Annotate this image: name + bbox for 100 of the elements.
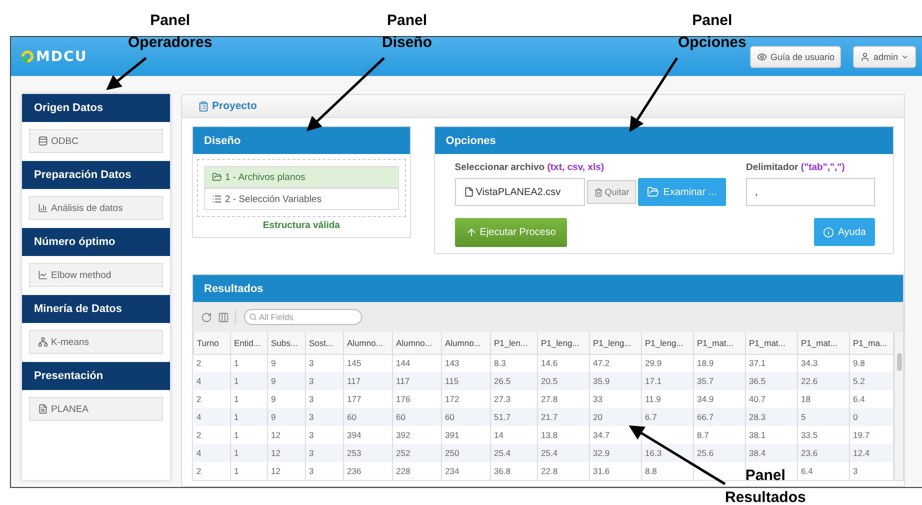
column-header[interactable]: P1_mat... — [694, 332, 746, 354]
table-cell: 144 — [392, 354, 442, 372]
user-menu-button[interactable]: admin — [853, 46, 916, 68]
column-header[interactable]: P1_leng... — [590, 332, 642, 354]
column-header[interactable]: P1_ma... — [850, 332, 894, 354]
table-cell: 117 — [344, 372, 392, 390]
table-cell: 18.9 — [694, 354, 746, 372]
column-header[interactable]: Subs... — [268, 332, 306, 354]
table-cell: 1 — [230, 426, 268, 444]
column-header[interactable]: Alumno... — [392, 332, 442, 354]
table-cell: 115 — [442, 372, 490, 390]
table-cell: 9 — [268, 354, 306, 372]
table-cell: 27.3 — [490, 390, 538, 408]
operator-item[interactable]: Análisis de datos — [29, 196, 163, 220]
table-cell: 1 — [230, 372, 268, 390]
table-cell: 0 — [850, 408, 894, 426]
column-header[interactable]: P1_len... — [490, 332, 538, 354]
table-cell: 23.6 — [798, 444, 850, 462]
table-cell: 3 — [306, 390, 344, 408]
table-cell: 21.7 — [538, 408, 590, 426]
table-cell: 1 — [230, 390, 268, 408]
table-cell: 35.7 — [694, 372, 746, 390]
table-cell: 34.3 — [798, 354, 850, 372]
table-cell: 4 — [194, 372, 230, 390]
table-cell: 36.8 — [490, 462, 538, 480]
columns-icon[interactable] — [218, 312, 229, 322]
table-cell: 117 — [392, 372, 442, 390]
table-cell: 5 — [798, 408, 850, 426]
column-header[interactable]: Alumno... — [442, 332, 490, 354]
table-cell: 25.4 — [490, 444, 538, 462]
table-cell: 176 — [392, 390, 442, 408]
table-cell: 22.6 — [798, 372, 850, 390]
field-label: Seleccionar archivo (txt, csv, xls) — [454, 162, 606, 173]
eye-icon — [757, 52, 768, 62]
annotation-label: Diseño — [382, 34, 432, 51]
table-cell: 38.1 — [746, 426, 798, 444]
annotation-label: Panel — [150, 12, 190, 29]
annotation-label: Resultados — [725, 489, 806, 505]
table-cell: 29.9 — [642, 354, 694, 372]
column-header[interactable]: P1_mat... — [746, 332, 798, 354]
table-cell: 3 — [306, 462, 344, 480]
table-cell: 38.4 — [746, 444, 798, 462]
table-cell: 37.1 — [746, 354, 798, 372]
arrow-up-icon — [466, 227, 477, 238]
table-cell: 228 — [392, 462, 442, 480]
table-cell: 1 — [230, 444, 268, 462]
section-header: Presentación — [22, 362, 170, 390]
folder-icon — [212, 172, 222, 182]
table-cell: 3 — [306, 426, 344, 444]
table-cell: 36.5 — [746, 372, 798, 390]
table-cell: 40.7 — [746, 390, 798, 408]
column-header[interactable]: Entid... — [230, 332, 268, 354]
column-header[interactable]: Alumno... — [344, 332, 392, 354]
table-cell: 1 — [230, 408, 268, 426]
table-cell: 8.3 — [490, 354, 538, 372]
column-header[interactable]: P1_leng... — [538, 332, 590, 354]
column-header[interactable]: P1_leng... — [642, 332, 694, 354]
table-cell: 19.7 — [850, 426, 894, 444]
table-cell: 3 — [306, 408, 344, 426]
table-cell: 394 — [344, 426, 392, 444]
table-cell: 6.4 — [850, 390, 894, 408]
table-cell: 8.8 — [642, 462, 694, 480]
step-item[interactable]: 2 - Selección Variables — [204, 188, 399, 210]
column-header[interactable]: Turno — [194, 332, 230, 354]
remove-button[interactable]: Quitar — [586, 180, 636, 204]
line-chart-icon — [38, 270, 48, 280]
table-cell: 6.7 — [642, 408, 694, 426]
status-text: Estructura válida — [262, 219, 341, 233]
table-cell: 26.5 — [490, 372, 538, 390]
table-cell: 12.4 — [850, 444, 894, 462]
guide-button[interactable]: Guía de usuario — [750, 46, 842, 68]
column-header[interactable]: P1_mat... — [798, 332, 850, 354]
table-cell: 392 — [392, 426, 442, 444]
table-cell: 1 — [230, 354, 268, 372]
section-header: Minería de Datos — [22, 295, 170, 323]
table-cell: 27.8 — [538, 390, 590, 408]
operator-item[interactable]: K-means — [29, 330, 163, 354]
search-icon — [249, 313, 257, 321]
table-cell: 47.2 — [590, 354, 642, 372]
table-cell: 20.5 — [538, 372, 590, 390]
column-header[interactable]: Sost... — [306, 332, 344, 354]
section-header: Origen Datos — [22, 94, 170, 122]
table-cell: 60 — [392, 408, 442, 426]
file-field[interactable]: VistaPLANEA2.csv — [454, 178, 585, 206]
table-cell: 51.7 — [490, 408, 538, 426]
card-header: Opciones — [434, 127, 893, 154]
table-cell: 3 — [306, 444, 344, 462]
table-cell: 66.7 — [694, 408, 746, 426]
operator-item[interactable]: ODBC — [29, 129, 163, 153]
clipboard-icon — [198, 100, 209, 112]
delimiter-field[interactable]: , — [746, 178, 875, 206]
table-cell: 33.5 — [798, 426, 850, 444]
operator-item[interactable]: PLANEA — [29, 397, 163, 421]
scrollbar-thumb[interactable] — [896, 353, 902, 371]
table-cell: 2 — [194, 426, 230, 444]
refresh-icon[interactable] — [201, 312, 212, 322]
table-cell: 172 — [442, 390, 490, 408]
table-cell: 4 — [194, 444, 230, 462]
operator-item[interactable]: Elbow method — [29, 263, 163, 287]
step-item[interactable]: 1 - Archivos planos — [204, 166, 399, 188]
